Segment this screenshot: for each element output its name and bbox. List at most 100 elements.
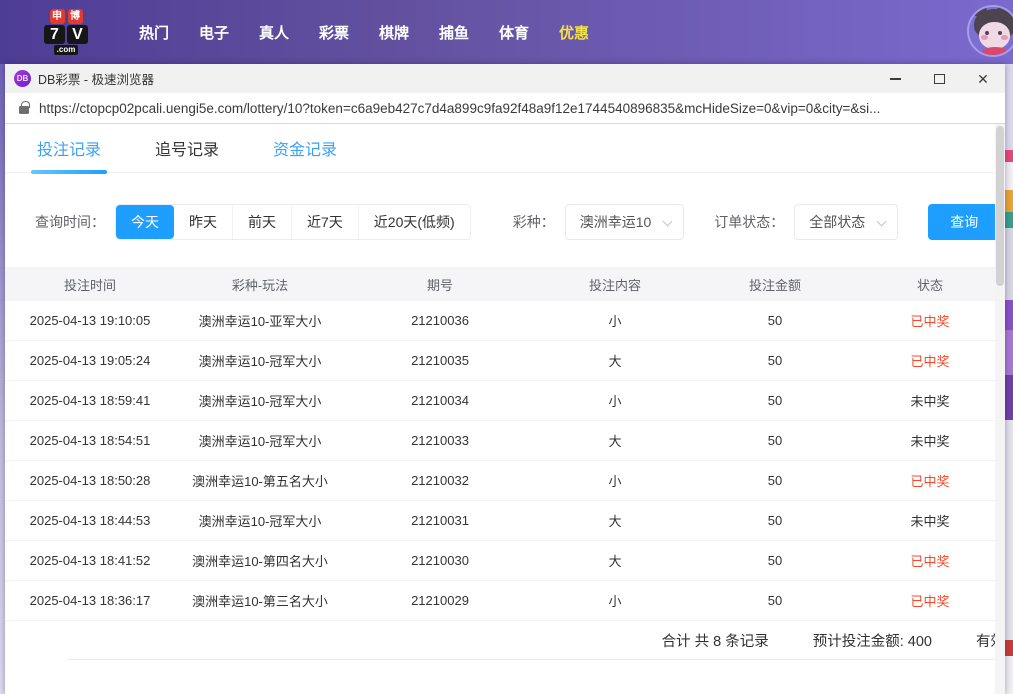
table-row: 2025-04-13 19:10:05澳洲幸运10-亚军大小21210036小5… bbox=[5, 301, 1005, 341]
logo-tile: 7 bbox=[44, 25, 65, 44]
url-bar[interactable]: https://ctopcp02pcali.uengi5e.com/lotter… bbox=[5, 93, 1005, 124]
status-select-value: 全部状态 bbox=[809, 212, 865, 232]
page-behind-right-sliver bbox=[1005, 64, 1013, 694]
close-icon: ✕ bbox=[977, 72, 989, 86]
bet-amount: 50 bbox=[695, 353, 855, 368]
bet-status: 未中奖 bbox=[855, 391, 1005, 410]
nav-item-sports[interactable]: 体育 bbox=[484, 22, 544, 43]
filter-bar: 查询时间： 今天昨天前天近7天近20天(低频) 彩种： 澳洲幸运10 订单状态：… bbox=[35, 204, 1005, 240]
logo-tile: V bbox=[67, 25, 88, 44]
lottery-select[interactable]: 澳洲幸运10 bbox=[565, 204, 685, 240]
screen: 申 博 7 V .com 热门电子真人彩票棋牌捕鱼体育优惠 DB bbox=[0, 0, 1013, 694]
bet-time: 2025-04-13 18:44:53 bbox=[5, 513, 175, 528]
browser-window: DB DB彩票 - 极速浏览器 ✕ https://ctopcp02pcali.… bbox=[5, 64, 1005, 694]
user-avatar[interactable] bbox=[967, 5, 1013, 57]
bet-content: 小 bbox=[535, 591, 695, 610]
game-play: 澳洲幸运10-第五名大小 bbox=[175, 471, 345, 490]
tab-bet-records[interactable]: 投注记录 bbox=[35, 124, 103, 172]
db-favicon-icon: DB bbox=[14, 70, 31, 87]
browser-titlebar[interactable]: DB DB彩票 - 极速浏览器 ✕ bbox=[5, 64, 1005, 93]
tabs: 投注记录 追号记录 资金记录 bbox=[5, 124, 1005, 173]
time-option[interactable]: 近7天 bbox=[291, 205, 358, 239]
bet-time: 2025-04-13 18:36:17 bbox=[5, 593, 175, 608]
bet-amount: 50 bbox=[695, 393, 855, 408]
search-button[interactable]: 查询 bbox=[928, 204, 1000, 240]
lottery-filter-label: 彩种： bbox=[513, 212, 555, 232]
column-header: 彩种-玩法 bbox=[175, 275, 345, 294]
nav-item-fishing[interactable]: 捕鱼 bbox=[424, 22, 484, 43]
period-number: 21210034 bbox=[345, 393, 535, 408]
nav-item-live[interactable]: 真人 bbox=[244, 22, 304, 43]
bet-amount: 50 bbox=[695, 513, 855, 528]
table-header: 投注时间彩种-玩法期号投注内容投注金额状态 bbox=[5, 267, 1005, 301]
bet-status: 已中奖 bbox=[855, 551, 1005, 570]
tab-chase-records[interactable]: 追号记录 bbox=[153, 124, 221, 172]
logo-badge: 申 bbox=[50, 9, 65, 24]
scrollbar-thumb[interactable] bbox=[996, 126, 1004, 286]
chevron-down-icon bbox=[877, 217, 887, 227]
url-text[interactable]: https://ctopcp02pcali.uengi5e.com/lotter… bbox=[39, 101, 991, 116]
nav-item-chess[interactable]: 棋牌 bbox=[364, 22, 424, 43]
maximize-icon bbox=[934, 74, 945, 84]
game-play: 澳洲幸运10-亚军大小 bbox=[175, 311, 345, 330]
site-navbar: 申 博 7 V .com 热门电子真人彩票棋牌捕鱼体育优惠 bbox=[0, 0, 1013, 64]
minimize-button[interactable] bbox=[873, 64, 917, 93]
site-nav: 热门电子真人彩票棋牌捕鱼体育优惠 bbox=[124, 22, 604, 43]
bet-status: 已中奖 bbox=[855, 351, 1005, 370]
page-content: 投注记录 追号记录 资金记录 查询时间： 今天昨天前天近7天近20天(低频) 彩种：… bbox=[5, 124, 1005, 693]
avatar-blush bbox=[981, 35, 988, 40]
window-title: DB彩票 - 极速浏览器 bbox=[38, 69, 154, 88]
period-number: 21210032 bbox=[345, 473, 535, 488]
table-row: 2025-04-13 18:54:51澳洲幸运10-冠军大小21210033大5… bbox=[5, 421, 1005, 461]
bet-status: 已中奖 bbox=[855, 591, 1005, 610]
scrollbar[interactable] bbox=[995, 124, 1005, 694]
bet-time: 2025-04-13 19:05:24 bbox=[5, 353, 175, 368]
chevron-down-icon bbox=[663, 217, 673, 227]
period-number: 21210033 bbox=[345, 433, 535, 448]
bet-amount: 50 bbox=[695, 593, 855, 608]
time-option[interactable]: 前天 bbox=[232, 205, 291, 239]
expected-bet-amount: 预计投注金额: 400 bbox=[813, 630, 932, 651]
nav-item-promo[interactable]: 优惠 bbox=[544, 22, 604, 43]
bet-amount: 50 bbox=[695, 313, 855, 328]
game-play: 澳洲幸运10-第四名大小 bbox=[175, 551, 345, 570]
close-button[interactable]: ✕ bbox=[961, 64, 1005, 93]
table-body: 2025-04-13 19:10:05澳洲幸运10-亚军大小21210036小5… bbox=[5, 301, 1005, 621]
lottery-select-value: 澳洲幸运10 bbox=[580, 212, 652, 232]
bet-amount: 50 bbox=[695, 473, 855, 488]
bet-content: 小 bbox=[535, 391, 695, 410]
total-records: 合计 共 8 条记录 bbox=[662, 630, 769, 651]
nav-item-lottery[interactable]: 彩票 bbox=[304, 22, 364, 43]
bet-content: 大 bbox=[535, 511, 695, 530]
period-number: 21210029 bbox=[345, 593, 535, 608]
bet-time: 2025-04-13 18:41:52 bbox=[5, 553, 175, 568]
bet-amount: 50 bbox=[695, 553, 855, 568]
table-row: 2025-04-13 18:36:17澳洲幸运10-第三名大小21210029小… bbox=[5, 581, 1005, 621]
bet-time: 2025-04-13 18:59:41 bbox=[5, 393, 175, 408]
tab-fund-records[interactable]: 资金记录 bbox=[271, 124, 339, 172]
bet-content: 小 bbox=[535, 471, 695, 490]
bet-time: 2025-04-13 19:10:05 bbox=[5, 313, 175, 328]
time-filter-label: 查询时间： bbox=[35, 212, 105, 232]
period-number: 21210030 bbox=[345, 553, 535, 568]
logo-badges: 申 博 bbox=[50, 9, 83, 24]
maximize-button[interactable] bbox=[917, 64, 961, 93]
time-option[interactable]: 今天 bbox=[116, 205, 174, 239]
column-header: 投注金额 bbox=[695, 275, 855, 294]
game-play: 澳洲幸运10-冠军大小 bbox=[175, 351, 345, 370]
time-option[interactable]: 昨天 bbox=[174, 205, 232, 239]
logo-com: .com bbox=[54, 45, 79, 55]
nav-item-slots[interactable]: 电子 bbox=[184, 22, 244, 43]
bet-status: 已中奖 bbox=[855, 471, 1005, 490]
avatar-body bbox=[982, 47, 1008, 57]
time-filter-group: 今天昨天前天近7天近20天(低频) bbox=[115, 204, 471, 240]
time-option[interactable]: 近20天(低频) bbox=[358, 205, 470, 239]
site-logo[interactable]: 申 博 7 V .com bbox=[44, 9, 88, 55]
nav-item-hot[interactable]: 热门 bbox=[124, 22, 184, 43]
bet-status: 已中奖 bbox=[855, 311, 1005, 330]
table-row: 2025-04-13 19:05:24澳洲幸运10-冠军大小21210035大5… bbox=[5, 341, 1005, 381]
status-select[interactable]: 全部状态 bbox=[794, 204, 898, 240]
records-table: 投注时间彩种-玩法期号投注内容投注金额状态 2025-04-13 19:10:0… bbox=[5, 267, 1005, 660]
lock-icon bbox=[19, 106, 29, 114]
bet-status: 未中奖 bbox=[855, 431, 1005, 450]
